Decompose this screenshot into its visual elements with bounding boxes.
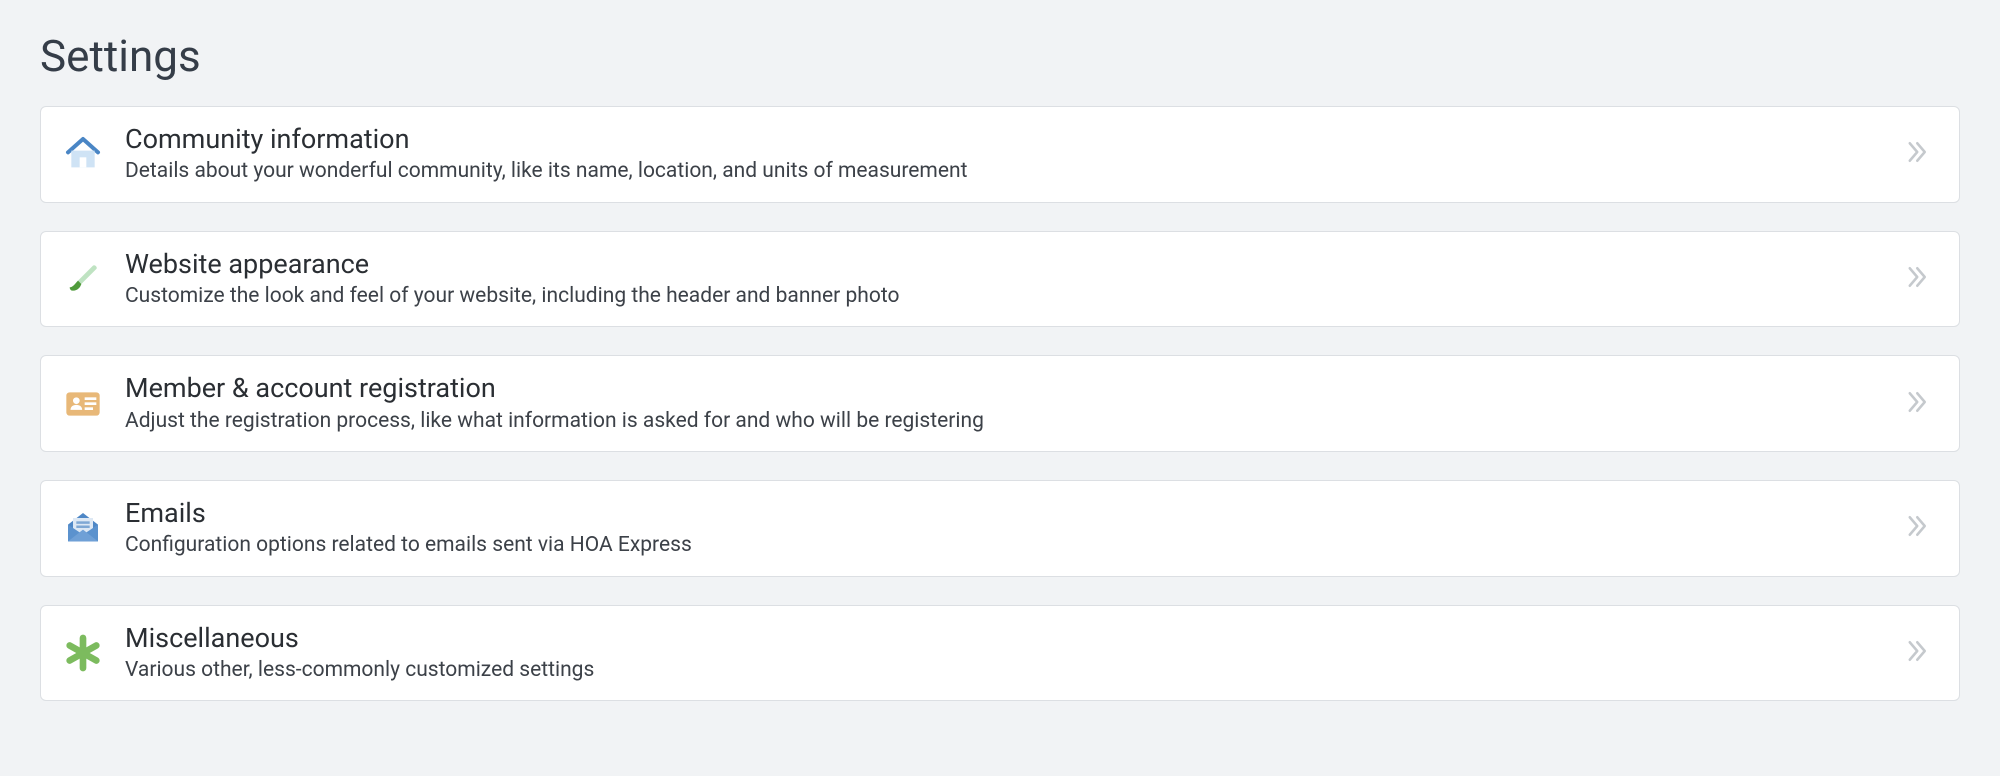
card-desc: Configuration options related to emails … <box>125 532 1885 559</box>
card-desc: Customize the look and feel of your webs… <box>125 283 1885 310</box>
asterisk-icon <box>59 629 107 677</box>
chevron-right-icon <box>1901 511 1931 545</box>
settings-item-member-registration[interactable]: Member & account registration Adjust the… <box>40 355 1960 452</box>
card-title: Community information <box>125 123 1885 155</box>
chevron-right-icon <box>1901 137 1931 171</box>
card-content: Miscellaneous Various other, less-common… <box>125 622 1885 685</box>
settings-list: Community information Details about your… <box>40 106 1960 701</box>
home-icon <box>59 130 107 178</box>
card-title: Member & account registration <box>125 372 1885 404</box>
card-content: Emails Configuration options related to … <box>125 497 1885 560</box>
chevron-right-icon <box>1901 636 1931 670</box>
brush-icon <box>59 255 107 303</box>
card-title: Emails <box>125 497 1885 529</box>
card-desc: Details about your wonderful community, … <box>125 158 1885 185</box>
id-card-icon <box>59 380 107 428</box>
chevron-right-icon <box>1901 387 1931 421</box>
settings-item-website-appearance[interactable]: Website appearance Customize the look an… <box>40 231 1960 328</box>
card-title: Website appearance <box>125 248 1885 280</box>
card-desc: Various other, less-commonly customized … <box>125 657 1885 684</box>
card-content: Member & account registration Adjust the… <box>125 372 1885 435</box>
chevron-right-icon <box>1901 262 1931 296</box>
page-title: Settings <box>40 30 1960 82</box>
card-content: Community information Details about your… <box>125 123 1885 186</box>
card-desc: Adjust the registration process, like wh… <box>125 408 1885 435</box>
envelope-icon <box>59 504 107 552</box>
card-content: Website appearance Customize the look an… <box>125 248 1885 311</box>
settings-item-community-information[interactable]: Community information Details about your… <box>40 106 1960 203</box>
settings-item-miscellaneous[interactable]: Miscellaneous Various other, less-common… <box>40 605 1960 702</box>
settings-item-emails[interactable]: Emails Configuration options related to … <box>40 480 1960 577</box>
card-title: Miscellaneous <box>125 622 1885 654</box>
